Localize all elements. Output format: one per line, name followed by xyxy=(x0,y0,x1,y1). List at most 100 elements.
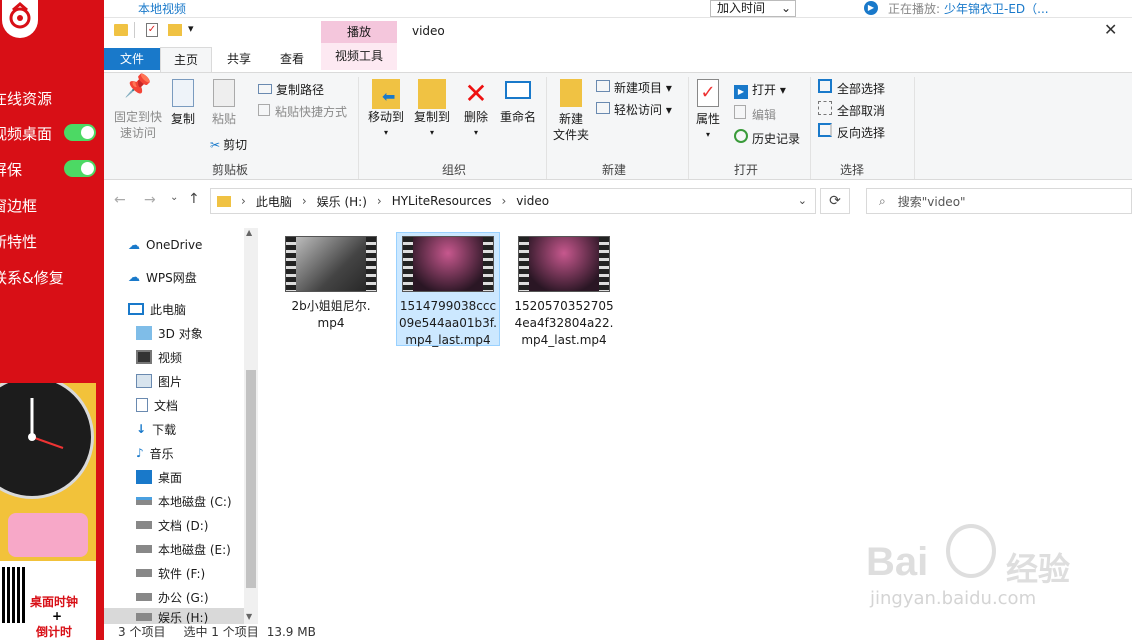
tab-file[interactable]: 文件 xyxy=(104,48,160,70)
easy-access-icon xyxy=(596,102,610,114)
pin-quick-access-button[interactable]: 📌 固定到快 速访问 xyxy=(110,76,166,141)
move-to-button[interactable]: ⬅ 移动到 ▾ xyxy=(362,79,410,141)
nav-desktop[interactable]: 桌面 xyxy=(136,466,182,488)
nav-videos[interactable]: 视频 xyxy=(136,346,182,368)
select-all-button[interactable]: 全部选择 xyxy=(818,79,885,97)
nav-wps-drive[interactable]: ☁ WPS网盘 xyxy=(128,266,197,288)
file-name-line: mp4_last.mp4 xyxy=(521,333,607,347)
copy-to-button[interactable]: 复制到 ▾ xyxy=(408,79,456,141)
nav-label: 视频 xyxy=(158,350,183,365)
paste-shortcut-button[interactable]: 粘贴快捷方式 xyxy=(258,103,347,120)
properties-button[interactable]: ✓ 属性 ▾ xyxy=(690,79,726,143)
open-button[interactable]: ▶ 打开 ▾ xyxy=(734,81,786,99)
edit-label: 编辑 xyxy=(752,108,777,122)
nav-screensaver[interactable]: 屏保 xyxy=(0,159,22,180)
nav-drive-g[interactable]: 办公 (G:) xyxy=(136,586,209,608)
nav-drive-d[interactable]: 文档 (D:) xyxy=(136,514,208,536)
tab-video-tools[interactable]: 视频工具 xyxy=(321,43,397,70)
video-desktop-toggle[interactable] xyxy=(64,124,96,141)
search-placeholder: 搜索"video" xyxy=(897,194,966,209)
screensaver-toggle[interactable] xyxy=(64,160,96,177)
recent-locations-dropdown[interactable]: ⌄ xyxy=(170,192,178,203)
chevron-down-icon[interactable]: ⌄ xyxy=(798,194,807,207)
sort-dropdown[interactable]: 加入时间 ⌄ xyxy=(710,0,796,17)
move-to-label: 移动到 xyxy=(367,110,404,124)
back-arrow-icon[interactable]: ← xyxy=(114,192,126,208)
tab-share[interactable]: 共享 xyxy=(216,48,262,70)
scroll-up-icon[interactable]: ▲ xyxy=(246,228,252,237)
file-item[interactable]: 2b小姐姐尼尔. mp4 xyxy=(280,236,382,332)
promo-line1: 桌面时钟 xyxy=(30,595,79,609)
scrollbar-thumb[interactable] xyxy=(246,370,256,588)
now-playing-title[interactable]: 少年锦衣卫-ED（... xyxy=(944,0,1049,17)
search-input[interactable]: ⌕ 搜索"video" xyxy=(866,188,1132,214)
tab-home[interactable]: 主页 xyxy=(160,47,212,73)
paste-button[interactable]: 粘贴 xyxy=(206,79,242,127)
forward-arrow-icon[interactable]: → xyxy=(144,192,156,208)
new-folder-button[interactable]: 新建 文件夹 xyxy=(550,79,592,143)
nav-3d-objects[interactable]: 3D 对象 xyxy=(136,322,203,344)
computer-icon xyxy=(128,303,144,315)
scroll-down-icon[interactable]: ▼ xyxy=(246,612,252,621)
edit-button[interactable]: 编辑 xyxy=(734,105,776,123)
nav-video-desktop[interactable]: 视频桌面 xyxy=(0,123,52,144)
media-app-topbar: 本地视频 加入时间 ⌄ ▶ 正在播放: 少年锦衣卫-ED（... xyxy=(104,0,1132,18)
play-context-header[interactable]: 播放 xyxy=(321,21,397,43)
nav-onedrive[interactable]: ☁ OneDrive xyxy=(128,234,202,256)
copy-to-icon xyxy=(418,79,446,109)
nav-new-features[interactable]: 新特性 xyxy=(0,231,37,252)
breadcrumb-hyliteresources[interactable]: HYLiteResources xyxy=(392,194,492,208)
easy-access-button[interactable]: 轻松访问 ▾ xyxy=(596,101,672,118)
copy-button[interactable]: 复制 xyxy=(166,79,200,127)
nav-drive-e[interactable]: 本地磁盘 (E:) xyxy=(136,538,231,560)
clipboard-icon xyxy=(213,79,235,107)
refresh-button[interactable]: ⟳ xyxy=(820,188,850,214)
nav-online-resources[interactable]: 在线资源 xyxy=(0,88,52,109)
nav-downloads[interactable]: ↓ 下载 xyxy=(136,418,176,440)
nav-window-border[interactable]: 窗边框 xyxy=(0,195,37,216)
delete-button[interactable]: ✕ 删除 ▾ xyxy=(458,79,494,141)
cut-button[interactable]: ✂ 剪切 xyxy=(210,136,247,153)
new-item-button[interactable]: 新建项目 ▾ xyxy=(596,79,672,96)
nav-documents[interactable]: 文档 xyxy=(136,394,178,416)
new-folder-label-1: 新建 xyxy=(558,112,583,126)
history-button[interactable]: 历史记录 xyxy=(734,129,800,147)
nav-drive-h[interactable]: 娱乐 (H:) xyxy=(136,610,208,624)
chevron-down-icon: ⌄ xyxy=(780,1,791,15)
file-item[interactable]: 1520570352705 4ea4f32804a22. mp4_last.mp… xyxy=(513,236,615,349)
now-playing-label: 正在播放: xyxy=(888,2,941,16)
open-play-icon: ▶ xyxy=(734,85,748,99)
select-none-button[interactable]: 全部取消 xyxy=(818,101,885,119)
paste-label: 粘贴 xyxy=(211,112,236,126)
nav-this-pc[interactable]: 此电脑 xyxy=(128,298,186,320)
open-group-label: 打开 xyxy=(733,163,758,177)
breadcrumb-drive-h[interactable]: 娱乐 (H:) xyxy=(317,193,367,210)
nav-music[interactable]: ♪ 音乐 xyxy=(136,442,174,464)
nav-pictures[interactable]: 图片 xyxy=(136,370,182,392)
delete-x-icon: ✕ xyxy=(464,77,488,110)
properties-qat-icon[interactable]: ✓ xyxy=(146,23,158,37)
nav-contact-repair[interactable]: 联系&修复 xyxy=(0,267,64,288)
local-video-tab[interactable]: 本地视频 xyxy=(138,0,186,17)
clock-promo-banner[interactable]: 桌面时钟 + 倒计时 xyxy=(0,383,96,640)
nav-drive-f[interactable]: 软件 (F:) xyxy=(136,562,205,584)
properties-label: 属性 xyxy=(695,112,720,126)
breadcrumb-this-pc[interactable]: 此电脑 xyxy=(256,193,292,210)
play-icon[interactable]: ▶ xyxy=(864,1,878,15)
close-icon[interactable]: ✕ xyxy=(1104,20,1117,39)
file-item[interactable]: 1514799038ccc 09e544aa01b3f. mp4_last.mp… xyxy=(397,236,499,349)
app-logo xyxy=(2,0,38,38)
nav-drive-c[interactable]: 本地磁盘 (C:) xyxy=(136,490,232,512)
new-folder-qat-icon[interactable] xyxy=(168,24,182,36)
music-note-icon: ♪ xyxy=(136,446,144,460)
tab-view[interactable]: 查看 xyxy=(268,48,316,70)
address-bar[interactable]: › 此电脑 › 娱乐 (H:) › HYLiteResources › vide… xyxy=(210,188,816,214)
rename-button[interactable]: 重命名 xyxy=(496,79,540,125)
copy-path-button[interactable]: 复制路径 xyxy=(258,81,324,98)
up-arrow-icon[interactable]: ↑ xyxy=(188,191,200,207)
breadcrumb-video[interactable]: video xyxy=(516,194,549,208)
new-item-label: 新建项目 xyxy=(614,81,663,95)
qat-customize-dropdown[interactable]: ▾ xyxy=(188,22,194,35)
invert-selection-button[interactable]: 反向选择 xyxy=(818,123,885,141)
nav-scrollbar[interactable]: ▲ ▼ xyxy=(244,228,258,624)
